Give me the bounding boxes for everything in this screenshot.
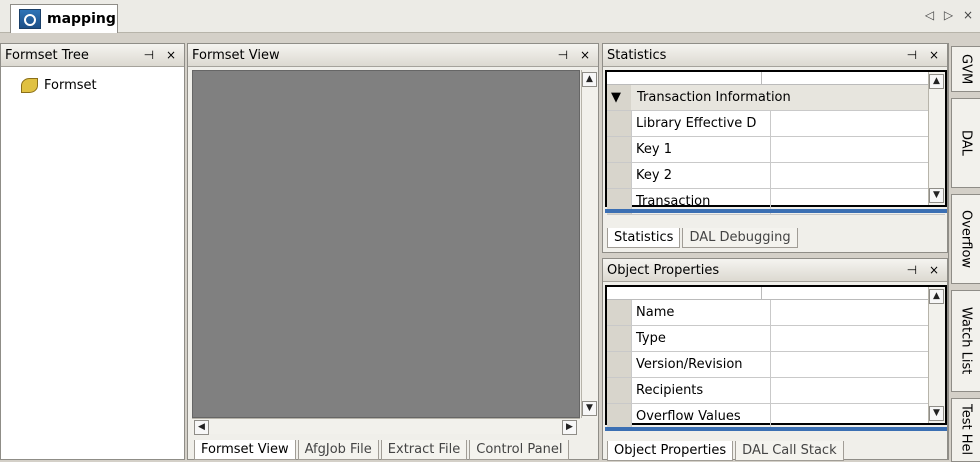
bottom-tab-strip: Formset View AfgJob File Extract File Co… bbox=[194, 436, 592, 460]
formset-canvas[interactable] bbox=[192, 70, 580, 418]
document-tab-bar: mapping ◁ ▷ × bbox=[0, 0, 980, 33]
tab-scroll-controls: ◁ ▷ × bbox=[925, 8, 976, 22]
scroll-down-icon[interactable]: ▼ bbox=[929, 406, 944, 421]
property-name: Key 1 bbox=[632, 137, 771, 162]
formset-view-titlebar: Formset View ⊣ × bbox=[188, 44, 598, 67]
scroll-up-icon[interactable]: ▲ bbox=[929, 289, 944, 304]
tab-dal-debugging[interactable]: DAL Debugging bbox=[682, 228, 798, 248]
scroll-up-icon[interactable]: ▲ bbox=[929, 74, 944, 89]
close-icon[interactable]: × bbox=[580, 48, 594, 62]
property-row[interactable]: Type bbox=[607, 326, 945, 352]
scroll-right-icon[interactable]: ▶ bbox=[562, 420, 577, 435]
scroll-right-icon[interactable]: ▷ bbox=[944, 8, 956, 22]
expand-icon[interactable]: ▼ bbox=[607, 85, 631, 110]
formset-view-panel: Formset View ⊣ × ▲ ▼ ◀ ▶ Formset View Af… bbox=[187, 43, 599, 460]
scroll-down-icon[interactable]: ▼ bbox=[929, 188, 944, 203]
statistics-tab-strip: Statistics DAL Debugging bbox=[607, 224, 947, 248]
group-label: Transaction Information bbox=[631, 85, 945, 110]
property-name: Recipients bbox=[632, 378, 771, 403]
rail-tab-test-help[interactable]: Test Hel bbox=[951, 398, 980, 462]
tab-formset-view[interactable]: Formset View bbox=[194, 440, 296, 460]
close-icon[interactable]: × bbox=[929, 263, 943, 277]
statistics-title: Statistics bbox=[607, 47, 667, 63]
rail-tab-overflow[interactable]: Overflow bbox=[951, 194, 980, 284]
document-tab-label: mapping bbox=[47, 11, 116, 27]
vertical-scrollbar[interactable]: ▲ ▼ bbox=[581, 70, 598, 418]
mapping-icon bbox=[19, 9, 41, 29]
close-icon[interactable]: × bbox=[963, 8, 976, 22]
property-row[interactable]: Recipients bbox=[607, 378, 945, 404]
tree-item-formset[interactable]: Formset bbox=[21, 78, 97, 93]
scroll-down-icon[interactable]: ▼ bbox=[582, 401, 597, 416]
pin-icon[interactable]: ⊣ bbox=[907, 48, 921, 62]
property-name: Library Effective D bbox=[632, 111, 771, 136]
pin-icon[interactable]: ⊣ bbox=[144, 48, 158, 62]
formset-view-title: Formset View bbox=[192, 47, 280, 63]
object-properties-panel: Object Properties ⊣ × Name Type Version/… bbox=[602, 258, 948, 461]
formset-tree-titlebar: Formset Tree ⊣ × bbox=[1, 44, 184, 67]
scroll-up-icon[interactable]: ▲ bbox=[582, 72, 597, 87]
tab-afgjob-file[interactable]: AfgJob File bbox=[297, 440, 379, 460]
object-properties-grid: Name Type Version/Revision Recipients Ov… bbox=[605, 285, 947, 430]
property-name: Version/Revision bbox=[632, 352, 771, 377]
property-row[interactable]: Name bbox=[607, 300, 945, 326]
rail-tab-watch-list[interactable]: Watch List bbox=[951, 290, 980, 392]
statistics-panel: Statistics ⊣ × ▼ Transaction Information… bbox=[602, 43, 948, 253]
property-row[interactable]: Version/Revision bbox=[607, 352, 945, 378]
pin-icon[interactable]: ⊣ bbox=[558, 48, 572, 62]
property-row[interactable]: Library Effective D bbox=[607, 111, 945, 137]
scroll-left-icon[interactable]: ◀ bbox=[194, 420, 209, 435]
formset-tree-panel: Formset Tree ⊣ × Formset bbox=[0, 43, 185, 460]
close-icon[interactable]: × bbox=[929, 48, 943, 62]
rail-tab-gvm[interactable]: GVM bbox=[951, 46, 980, 92]
formset-icon bbox=[21, 78, 38, 93]
object-properties-tab-strip: Object Properties DAL Call Stack bbox=[607, 437, 947, 461]
formset-tree-title: Formset Tree bbox=[5, 47, 89, 63]
group-row-transaction-information[interactable]: ▼ Transaction Information bbox=[607, 85, 945, 111]
tree-item-label: Formset bbox=[44, 78, 97, 93]
tab-statistics[interactable]: Statistics bbox=[607, 228, 681, 248]
object-properties-titlebar: Object Properties ⊣ × bbox=[603, 259, 947, 282]
pin-icon[interactable]: ⊣ bbox=[907, 263, 921, 277]
horizontal-scrollbar[interactable]: ◀ ▶ bbox=[192, 418, 580, 435]
statistics-titlebar: Statistics ⊣ × bbox=[603, 44, 947, 67]
property-name: Key 2 bbox=[632, 163, 771, 188]
vertical-scrollbar[interactable]: ▲ ▼ bbox=[928, 287, 945, 423]
grid-header bbox=[607, 287, 945, 300]
scroll-left-icon[interactable]: ◁ bbox=[925, 8, 937, 22]
property-row[interactable]: Key 2 bbox=[607, 163, 945, 189]
tab-dal-call-stack[interactable]: DAL Call Stack bbox=[735, 441, 844, 461]
property-name: Overflow Values bbox=[632, 404, 771, 429]
tab-object-properties[interactable]: Object Properties bbox=[607, 441, 734, 461]
object-properties-title: Object Properties bbox=[607, 262, 720, 278]
tab-extract-file[interactable]: Extract File bbox=[380, 440, 468, 460]
rail-tab-dal[interactable]: DAL bbox=[951, 98, 980, 188]
splitter[interactable] bbox=[605, 209, 947, 213]
grid-header bbox=[607, 72, 945, 85]
close-icon[interactable]: × bbox=[166, 48, 180, 62]
property-name: Type bbox=[632, 326, 771, 351]
tab-control-panel[interactable]: Control Panel bbox=[469, 440, 570, 460]
property-name: Name bbox=[632, 300, 771, 325]
splitter[interactable] bbox=[605, 427, 947, 431]
vertical-scrollbar[interactable]: ▲ ▼ bbox=[928, 72, 945, 205]
property-row[interactable]: Key 1 bbox=[607, 137, 945, 163]
right-tool-rail: GVM DAL Overflow Watch List Test Hel bbox=[948, 43, 980, 462]
statistics-grid: ▼ Transaction Information Library Effect… bbox=[605, 70, 947, 215]
document-tab-mapping[interactable]: mapping bbox=[10, 4, 118, 33]
